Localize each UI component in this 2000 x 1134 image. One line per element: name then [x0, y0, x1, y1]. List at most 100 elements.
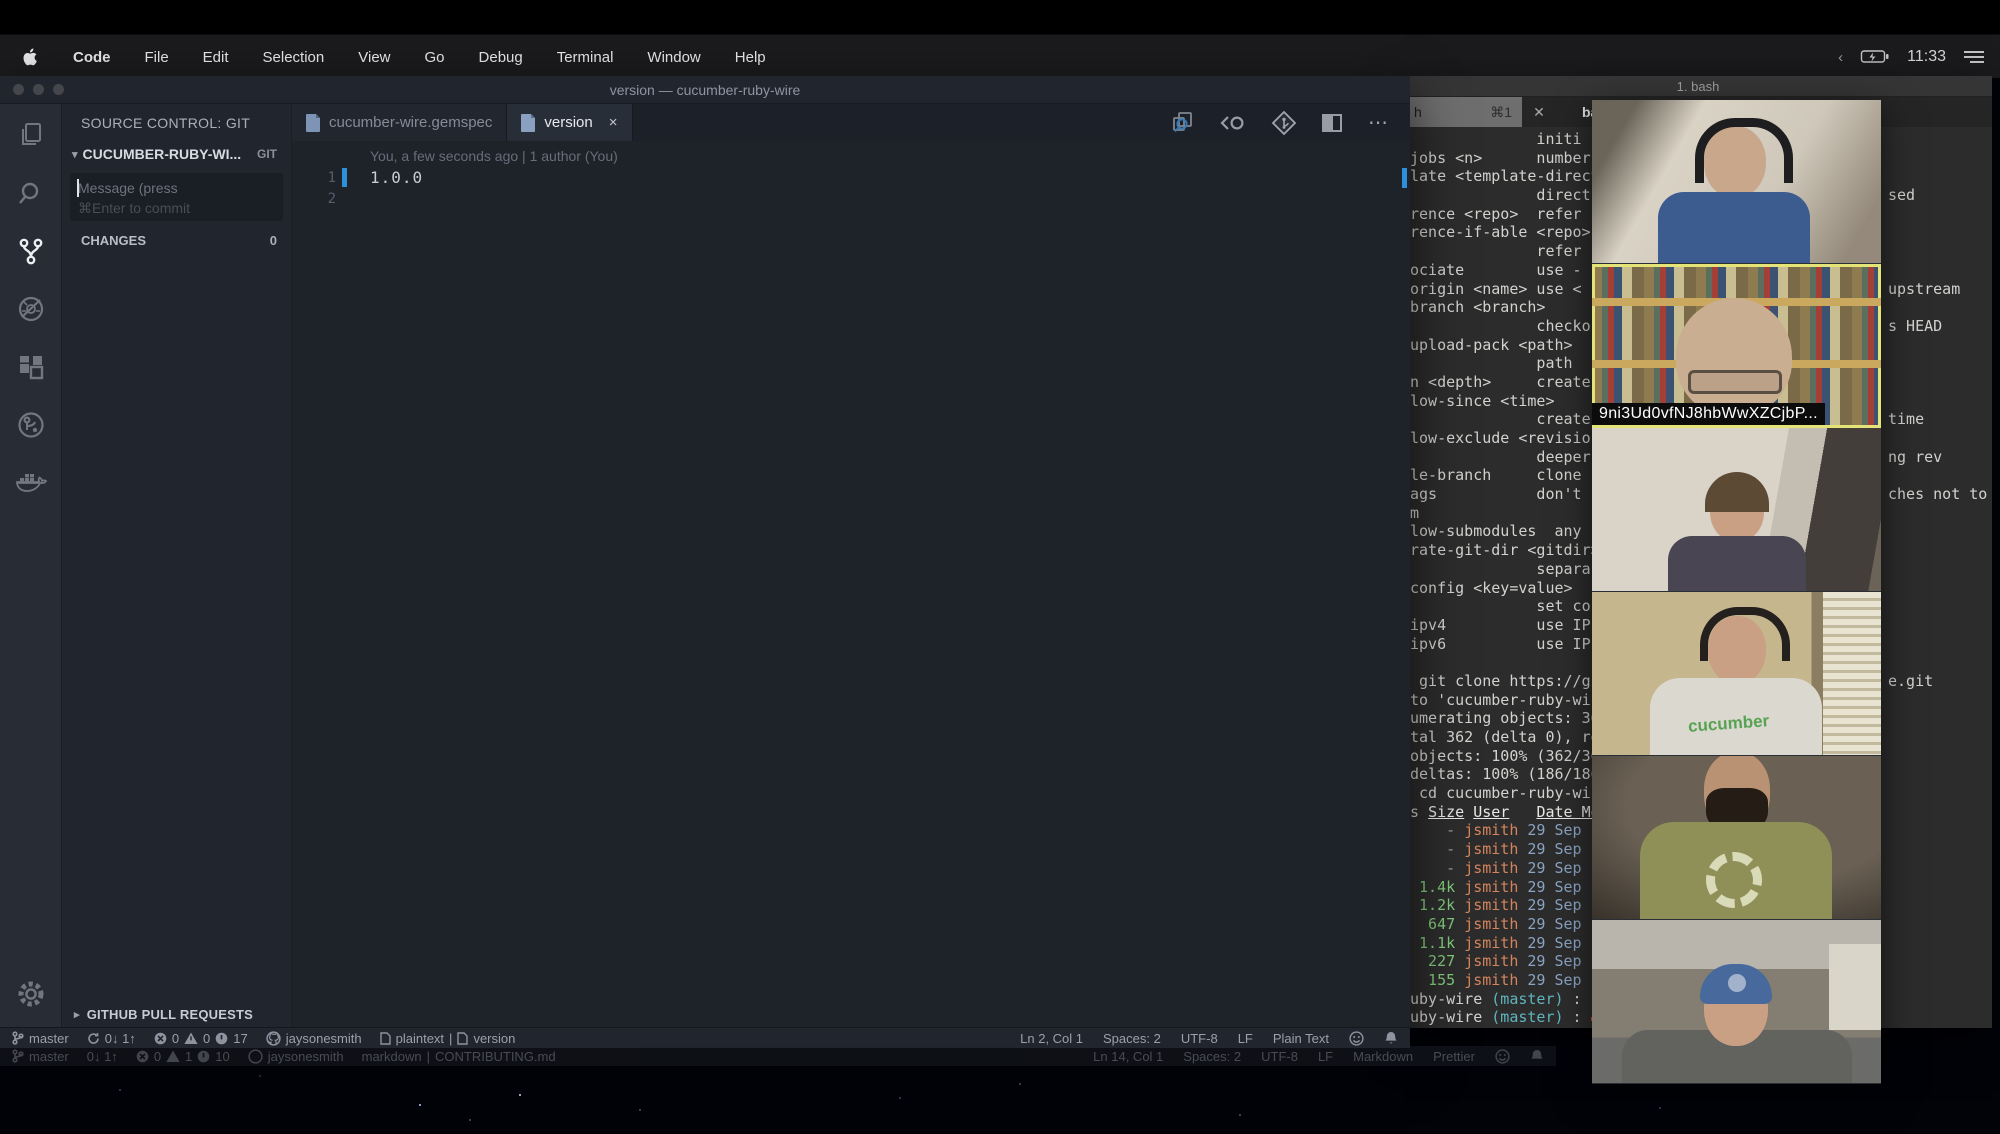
video-tile-man-headset-white-shirt[interactable]: cucumber [1592, 592, 1881, 756]
notifications-bell-icon[interactable] [1384, 1031, 1398, 1046]
feedback-smiley-icon[interactable] [1349, 1030, 1364, 1046]
apple-menu-icon[interactable] [23, 48, 39, 66]
debug-disabled-icon[interactable] [14, 292, 48, 326]
file-icon [457, 1031, 469, 1045]
video-tile-woman-light-room[interactable] [1592, 428, 1881, 592]
expand-twistie-icon[interactable]: ▾ [72, 148, 78, 161]
tab-version[interactable]: version × [507, 104, 633, 141]
repo-tree-item[interactable]: ▾ CUCUMBER-RUBY-WI... GIT [62, 141, 291, 167]
editor-tab-bar: cucumber-wire.gemspec version × ⋯ [292, 104, 1410, 141]
cursor-position[interactable]: Ln 2, Col 1 [1020, 1031, 1083, 1046]
problems-indicator[interactable]: 0 0 17 [154, 1031, 248, 1046]
gear-icon[interactable] [14, 977, 48, 1011]
terminal-tab-close-icon[interactable]: ✕ [1522, 97, 1556, 127]
clock[interactable]: 11:33 [1907, 48, 1946, 66]
chevron-right-icon: ▸ [74, 1008, 80, 1021]
ghost-sync: 0↓ 1↑ [86, 1048, 118, 1064]
vscode-titlebar: version — cucumber-ruby-wire [0, 76, 1410, 104]
battery-icon[interactable] [1860, 50, 1889, 64]
ghost-status-bar: master 0↓ 1↑ 0 1 10 jaysonesmith markdow… [0, 1046, 1556, 1066]
github-pr-icon[interactable] [14, 408, 48, 442]
source-control-icon[interactable] [14, 234, 48, 268]
participant-head [1704, 756, 1770, 834]
repo-provider-badge: GIT [257, 147, 277, 161]
text-caret [77, 179, 79, 197]
menu-item-terminal[interactable]: Terminal [557, 49, 614, 66]
terminal-tab-shortcut: ⌘1 [1490, 103, 1512, 120]
changes-section-header[interactable]: CHANGES 0 [62, 225, 291, 255]
github-account[interactable]: jaysonesmith [266, 1031, 362, 1046]
menu-list-icon[interactable] [1964, 50, 1984, 64]
code-line-2[interactable]: 2 [292, 188, 1410, 209]
terminal-line-fragment: sed [1888, 186, 1916, 205]
video-tile-man-blue-cap-couch[interactable] [1592, 920, 1881, 1084]
activity-bar [0, 104, 62, 1027]
branch-icon [12, 1031, 24, 1045]
line-number: 2 [327, 190, 336, 207]
participant-head [1676, 298, 1792, 416]
participant-head [1700, 607, 1790, 684]
menu-item-selection[interactable]: Selection [263, 49, 325, 66]
github-pull-requests-section[interactable]: ▸ GITHUB PULL REQUESTS [62, 1001, 291, 1027]
menu-item-code[interactable]: Code [73, 49, 111, 66]
close-tab-icon[interactable]: × [609, 114, 618, 131]
menu-bar: Code File Edit Selection View Go Debug T… [0, 0, 2000, 78]
open-file-icon[interactable] [1220, 115, 1246, 131]
gitlens-icon[interactable] [1271, 110, 1297, 135]
editor-body[interactable]: You, a few seconds ago | 1 author (You) … [292, 141, 1410, 1027]
encoding[interactable]: UTF-8 [1181, 1031, 1218, 1046]
more-actions-icon[interactable]: ⋯ [1368, 110, 1390, 135]
menu-item-window[interactable]: Window [647, 49, 700, 66]
github-icon [266, 1030, 281, 1046]
participant-body [1658, 192, 1810, 263]
commit-message-input[interactable]: Message (press ⌘Enter to commit [70, 173, 283, 221]
menu-item-edit[interactable]: Edit [203, 49, 229, 66]
menu-item-go[interactable]: Go [425, 49, 445, 66]
open-changes-icon[interactable] [1172, 111, 1194, 134]
split-editor-icon[interactable] [1322, 113, 1342, 132]
menu-item-file[interactable]: File [145, 49, 169, 66]
docker-icon[interactable] [14, 466, 48, 500]
changes-count-badge: 0 [269, 232, 277, 248]
search-icon[interactable] [14, 176, 48, 210]
code-text: 1.0.0 [370, 168, 424, 187]
branch-indicator[interactable]: master [12, 1031, 69, 1046]
video-tile-bald-man-bookshelf[interactable]: 9ni3Ud0vfNJ8hbWwXZCjbP... [1592, 264, 1881, 428]
extensions-icon[interactable] [14, 350, 48, 384]
terminal-line-fragment: e.git [1888, 671, 1934, 690]
terminal-line-fragment: time [1888, 410, 1925, 429]
eol-sequence[interactable]: LF [1238, 1031, 1253, 1046]
repo-name: CUCUMBER-RUBY-WI... [82, 146, 242, 162]
pr-doc-indicator[interactable]: plaintext | version [379, 1031, 515, 1046]
error-icon [154, 1032, 167, 1045]
terminal-line-fragment: ches not to [1888, 485, 1988, 504]
menu-item-view[interactable]: View [358, 49, 390, 66]
menu-item-help[interactable]: Help [735, 49, 766, 66]
gitlens-blame-annotation: You, a few seconds ago | 1 author (You) [370, 148, 618, 164]
info-icon [215, 1032, 228, 1045]
sync-indicator[interactable]: 0↓ 1↑ [87, 1031, 136, 1046]
file-icon [521, 113, 536, 132]
participant-head [1705, 472, 1769, 542]
terminal-line-fragment: s HEAD [1888, 316, 1943, 335]
language-mode[interactable]: Plain Text [1273, 1031, 1329, 1046]
code-line-1[interactable]: 1 1.0.0 [292, 167, 1410, 188]
terminal-tab-active[interactable]: h ⌘1 [1404, 97, 1522, 127]
ghost-account: jaysonesmith [248, 1049, 344, 1064]
files-icon[interactable] [14, 118, 48, 152]
participant-name-label: 9ni3Ud0vfNJ8hbWwXZCjbP... [1592, 403, 1825, 425]
menubar-back-chevron[interactable]: ‹ [1838, 49, 1843, 66]
terminal-title: 1. bash [1676, 78, 1720, 94]
tab-cucumber-wire-gemspec[interactable]: cucumber-wire.gemspec [292, 104, 508, 141]
menu-item-debug[interactable]: Debug [479, 49, 523, 66]
line-number: 1 [327, 169, 336, 186]
vscode-window: version — cucumber-ruby-wire SOURCE CONT… [0, 76, 1410, 1048]
participant-body [1668, 536, 1806, 591]
editor-group: cucumber-wire.gemspec version × ⋯ You, a… [292, 104, 1410, 1027]
indentation[interactable]: Spaces: 2 [1103, 1031, 1161, 1046]
video-tile-bearded-man-olive-shirt[interactable] [1592, 756, 1881, 920]
terminal-line-fragment: upstream [1888, 279, 1961, 298]
file-icon [379, 1031, 391, 1045]
video-tile-man-with-headphones-blue-shirt[interactable] [1592, 100, 1881, 264]
participant-head [1700, 964, 1772, 1046]
